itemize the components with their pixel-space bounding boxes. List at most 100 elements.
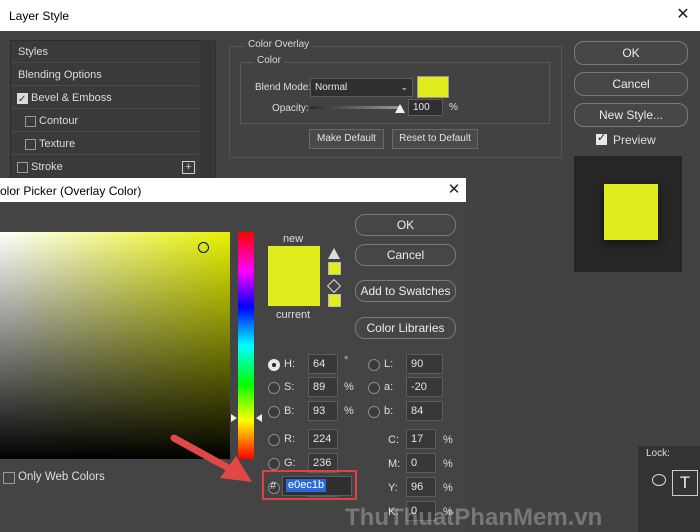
lock-label: Lock: bbox=[646, 448, 670, 459]
sidebar-item-texture[interactable]: Texture bbox=[11, 133, 199, 155]
red-label: R: bbox=[284, 433, 295, 445]
cancel-button[interactable]: Cancel bbox=[574, 72, 688, 96]
chevron-down-icon: ⌄ bbox=[400, 82, 408, 92]
blend-mode-label: Blend Mode: bbox=[255, 82, 312, 93]
sidebar-item-contour[interactable]: Contour bbox=[11, 110, 199, 132]
color-picker-title: olor Picker (Overlay Color) bbox=[0, 184, 142, 198]
brightness-unit: % bbox=[344, 405, 354, 417]
annotation-arrow-icon bbox=[170, 434, 252, 482]
layer-style-titlebar: Layer Style ✕ bbox=[0, 0, 700, 31]
warning-icon[interactable] bbox=[328, 248, 340, 259]
web-safe-cube-icon[interactable] bbox=[326, 278, 342, 294]
saturation-unit: % bbox=[344, 381, 354, 393]
checkbox-icon[interactable] bbox=[17, 162, 28, 173]
radio-red[interactable] bbox=[268, 434, 280, 446]
opacity-input[interactable]: 100 bbox=[408, 99, 443, 116]
cyan-label: C: bbox=[388, 434, 399, 446]
lab-a-input[interactable]: -20 bbox=[406, 377, 443, 397]
hue-left-handle-icon[interactable] bbox=[231, 414, 237, 422]
radio-hue[interactable] bbox=[268, 359, 280, 371]
magenta-input[interactable]: 0 bbox=[406, 453, 436, 473]
hue-right-handle-icon[interactable] bbox=[256, 414, 262, 422]
hue-unit: ° bbox=[344, 355, 349, 367]
opacity-label: Opacity: bbox=[272, 103, 309, 114]
cyan-input[interactable]: 17 bbox=[406, 429, 436, 449]
opacity-slider-track[interactable] bbox=[310, 106, 402, 109]
opacity-unit: % bbox=[449, 102, 458, 113]
watermark: ThuThuatPhanMem.vn bbox=[345, 504, 603, 531]
hex-value: e0ec1b bbox=[286, 479, 327, 492]
color-overlay-heading: Color Overlay bbox=[245, 39, 313, 50]
opacity-slider-handle[interactable] bbox=[395, 104, 405, 113]
reset-to-default-button[interactable]: Reset to Default bbox=[392, 129, 478, 149]
make-default-button[interactable]: Make Default bbox=[309, 129, 384, 149]
color-subgroup-heading: Color bbox=[254, 55, 284, 66]
magenta-unit: % bbox=[443, 458, 453, 470]
lab-b-label: b: bbox=[384, 405, 394, 417]
lab-a-label: a: bbox=[384, 381, 394, 393]
lab-b-input[interactable]: 84 bbox=[406, 401, 443, 421]
blend-mode-select[interactable]: Normal ⌄ bbox=[310, 78, 413, 97]
checkbox-icon[interactable] bbox=[25, 116, 36, 127]
brightness-input[interactable]: 93 bbox=[308, 401, 338, 421]
sidebar-scrollbar[interactable] bbox=[200, 40, 214, 182]
web-safe-swatch[interactable] bbox=[328, 294, 341, 307]
color-picker-dialog: olor Picker (Overlay Color) ✕ new curren… bbox=[0, 178, 466, 532]
radio-brightness[interactable] bbox=[268, 406, 280, 418]
checkbox-checked-icon[interactable] bbox=[17, 89, 28, 111]
yellow-input[interactable]: 96 bbox=[406, 477, 436, 497]
hue-input[interactable]: 64 bbox=[308, 354, 338, 374]
sidebar-item-bevel-emboss[interactable]: Bevel & Emboss bbox=[11, 87, 199, 111]
color-picker-titlebar: olor Picker (Overlay Color) ✕ bbox=[0, 178, 466, 202]
ok-button[interactable]: OK bbox=[574, 41, 688, 65]
radio-lab-b[interactable] bbox=[368, 406, 380, 418]
lab-l-input[interactable]: 90 bbox=[406, 354, 443, 374]
sidebar-item-styles[interactable]: Styles bbox=[11, 41, 199, 63]
new-color-swatch bbox=[268, 246, 320, 276]
current-color-swatch[interactable] bbox=[268, 276, 320, 306]
new-label: new bbox=[283, 233, 304, 245]
add-icon[interactable]: + bbox=[182, 161, 195, 174]
saturation-input[interactable]: 89 bbox=[308, 377, 338, 397]
add-to-swatches-button[interactable]: Add to Swatches bbox=[355, 280, 456, 302]
eye-icon[interactable] bbox=[652, 474, 666, 486]
layers-panel-fragment: Lock: T bbox=[638, 446, 700, 532]
new-style-button[interactable]: New Style... bbox=[574, 103, 688, 127]
saturation-brightness-field[interactable] bbox=[0, 232, 230, 459]
gamut-warning-swatch[interactable] bbox=[328, 262, 341, 275]
ok-button[interactable]: OK bbox=[355, 214, 456, 236]
color-libraries-button[interactable]: Color Libraries bbox=[355, 317, 456, 339]
only-web-colors-checkbox[interactable] bbox=[3, 472, 15, 484]
preview-swatch bbox=[604, 184, 658, 240]
brightness-label: B: bbox=[284, 405, 295, 417]
close-icon[interactable]: ✕ bbox=[444, 180, 464, 200]
preview-checkbox[interactable]: ✓ bbox=[596, 132, 607, 145]
text-layer-icon[interactable]: T bbox=[672, 470, 698, 496]
green-label: G: bbox=[284, 457, 296, 469]
yellow-unit: % bbox=[443, 482, 453, 494]
radio-lab-l[interactable] bbox=[368, 359, 380, 371]
hex-label: # bbox=[270, 480, 277, 492]
checkbox-icon[interactable] bbox=[25, 139, 36, 150]
current-label: current bbox=[276, 309, 311, 321]
cyan-unit: % bbox=[443, 434, 453, 446]
radio-saturation[interactable] bbox=[268, 382, 280, 394]
preview-label: Preview bbox=[613, 133, 656, 147]
radio-lab-a[interactable] bbox=[368, 382, 380, 394]
lab-l-label: L: bbox=[384, 358, 394, 370]
saturation-label: S: bbox=[284, 381, 295, 393]
color-marker[interactable] bbox=[198, 242, 209, 253]
hue-slider[interactable] bbox=[238, 232, 254, 459]
cancel-button[interactable]: Cancel bbox=[355, 244, 456, 266]
red-input[interactable]: 224 bbox=[308, 429, 338, 449]
radio-green[interactable] bbox=[268, 458, 280, 470]
magenta-label: M: bbox=[388, 458, 401, 470]
sidebar-item-stroke[interactable]: Stroke bbox=[11, 156, 199, 178]
overlay-color-swatch[interactable] bbox=[417, 76, 449, 98]
layer-style-title: Layer Style bbox=[9, 9, 70, 23]
close-icon[interactable]: ✕ bbox=[672, 4, 694, 26]
hue-label: H: bbox=[284, 358, 295, 370]
sidebar-item-blending-options[interactable]: Blending Options bbox=[11, 64, 199, 86]
check-icon: ✓ bbox=[597, 132, 607, 144]
yellow-label: Y: bbox=[388, 482, 398, 494]
